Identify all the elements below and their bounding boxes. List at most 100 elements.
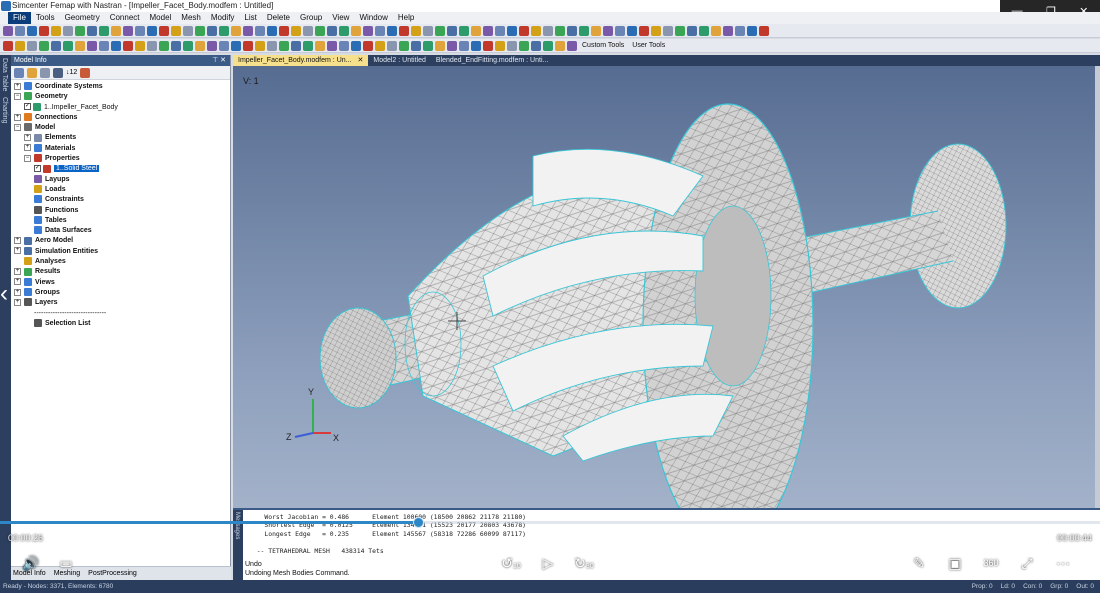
menu-view[interactable]: View [327,12,354,24]
main-tool-icon[interactable] [399,25,409,36]
main-tool-icon[interactable] [567,25,577,36]
expander-icon[interactable]: + [14,237,21,245]
main-tool-icon[interactable] [87,25,97,36]
tree-item[interactable]: + Aero Model [11,236,230,246]
sec-tool-icon[interactable] [483,40,493,51]
main-tool-icon[interactable] [627,25,637,36]
main-tool-icon[interactable] [219,25,229,36]
data-table-tab[interactable]: Data Table [0,55,9,94]
sec-tool-icon[interactable] [303,40,313,51]
expander-icon[interactable]: + [14,247,21,255]
tree-item[interactable]: + Results [11,267,230,277]
sec-tool-icon[interactable] [123,40,133,51]
expander-icon[interactable]: + [24,144,31,152]
main-tool-icon[interactable] [135,25,145,36]
tree-item[interactable]: + Connections [11,113,230,123]
main-tool-icon[interactable] [207,25,217,36]
main-tool-icon[interactable] [495,25,505,36]
sec-tool-icon[interactable] [267,40,277,51]
sec-tool-icon[interactable] [519,40,529,51]
main-tool-icon[interactable] [183,25,193,36]
sec-tool-icon[interactable] [459,40,469,51]
tree-item[interactable]: ------------------------------- [11,309,230,319]
main-tool-icon[interactable] [507,25,517,36]
sec-tool-icon[interactable] [63,40,73,51]
sec-tool-icon[interactable] [111,40,121,51]
main-tool-icon[interactable] [303,25,313,36]
menu-geometry[interactable]: Geometry [60,12,105,24]
main-tool-icon[interactable] [699,25,709,36]
tree-item[interactable]: + Simulation Entities [11,246,230,257]
expander-icon[interactable]: − [24,154,31,162]
document-tab[interactable]: Impeller_Facet_Body.modfem : Un... ✕ [233,55,369,66]
menu-group[interactable]: Group [295,12,327,24]
main-tool-icon[interactable] [423,25,433,36]
main-tool-icon[interactable] [519,25,529,36]
tree-item[interactable]: Loads [11,185,230,195]
tree-item[interactable]: Constraints [11,195,230,205]
sec-tool-icon[interactable] [363,40,373,51]
sec-tool-icon[interactable] [291,40,301,51]
tree-item[interactable]: + Coordinate Systems [11,82,230,92]
main-tool-icon[interactable] [363,25,373,36]
sec-tool-icon[interactable] [3,40,13,51]
main-tool-icon[interactable] [579,25,589,36]
sec-tool-icon[interactable] [471,40,481,51]
tree-item[interactable]: − Properties [11,154,230,164]
main-tool-icon[interactable] [255,25,265,36]
tree-item[interactable]: Data Surfaces [11,226,230,236]
main-tool-icon[interactable] [327,25,337,36]
main-tool-icon[interactable] [375,25,385,36]
tree-item[interactable]: Selection List [11,318,230,329]
main-tool-icon[interactable] [459,25,469,36]
sec-tool-icon[interactable] [195,40,205,51]
play-icon[interactable]: ▷ [537,553,559,573]
sec-tool-icon[interactable] [159,40,169,51]
main-tool-icon[interactable] [15,25,25,36]
sec-tool-icon[interactable] [555,40,565,51]
document-tab[interactable]: Blended_EndFitting.modfem : Unti... [431,55,553,66]
sec-tool-icon[interactable] [183,40,193,51]
sort-icon[interactable] [53,67,63,78]
sec-tool-icon[interactable] [279,40,289,51]
progress-thumb[interactable] [413,517,424,528]
menu-delete[interactable]: Delete [262,12,295,24]
main-tool-icon[interactable] [27,25,37,36]
menu-window[interactable]: Window [354,12,392,24]
main-tool-icon[interactable] [531,25,541,36]
main-tool-icon[interactable] [435,25,445,36]
vr-360-button[interactable]: 360 [980,553,1002,573]
sec-tool-icon[interactable] [351,40,361,51]
forward-button[interactable]: ↻30 [573,553,595,577]
main-tool-icon[interactable] [231,25,241,36]
tab-close-icon[interactable]: ✕ [357,57,363,64]
main-tool-icon[interactable] [75,25,85,36]
custom-tools-button[interactable]: Custom Tools [579,42,627,49]
main-tool-icon[interactable] [603,25,613,36]
expander-icon[interactable]: + [14,113,21,121]
main-tool-icon[interactable] [387,25,397,36]
tree-item[interactable]: − Model [11,123,230,133]
graphics-viewport[interactable]: V: 1 Y X Z [233,66,1095,508]
main-tool-icon[interactable] [159,25,169,36]
sec-tool-icon[interactable] [39,40,49,51]
sec-tool-icon[interactable] [315,40,325,51]
sec-tool-icon[interactable] [255,40,265,51]
main-tool-icon[interactable] [759,25,769,36]
expander-icon[interactable]: + [24,134,31,142]
sec-tool-icon[interactable] [243,40,253,51]
main-tool-icon[interactable] [651,25,661,36]
sec-tool-icon[interactable] [435,40,445,51]
expander-icon[interactable]: + [14,268,21,275]
menu-model[interactable]: Model [145,12,177,24]
sec-tool-icon[interactable] [543,40,553,51]
new-folder-icon[interactable] [27,67,37,78]
tree-item[interactable]: + Materials [11,143,230,154]
main-tool-icon[interactable] [555,25,565,36]
sec-tool-icon[interactable] [15,40,25,51]
screen-icon[interactable]: ▣ [944,553,966,573]
tree-item[interactable]: ✓ 1..Solid Steel [11,164,230,174]
menu-list[interactable]: List [239,12,261,24]
main-tool-icon[interactable] [39,25,49,36]
sec-tool-icon[interactable] [99,40,109,51]
